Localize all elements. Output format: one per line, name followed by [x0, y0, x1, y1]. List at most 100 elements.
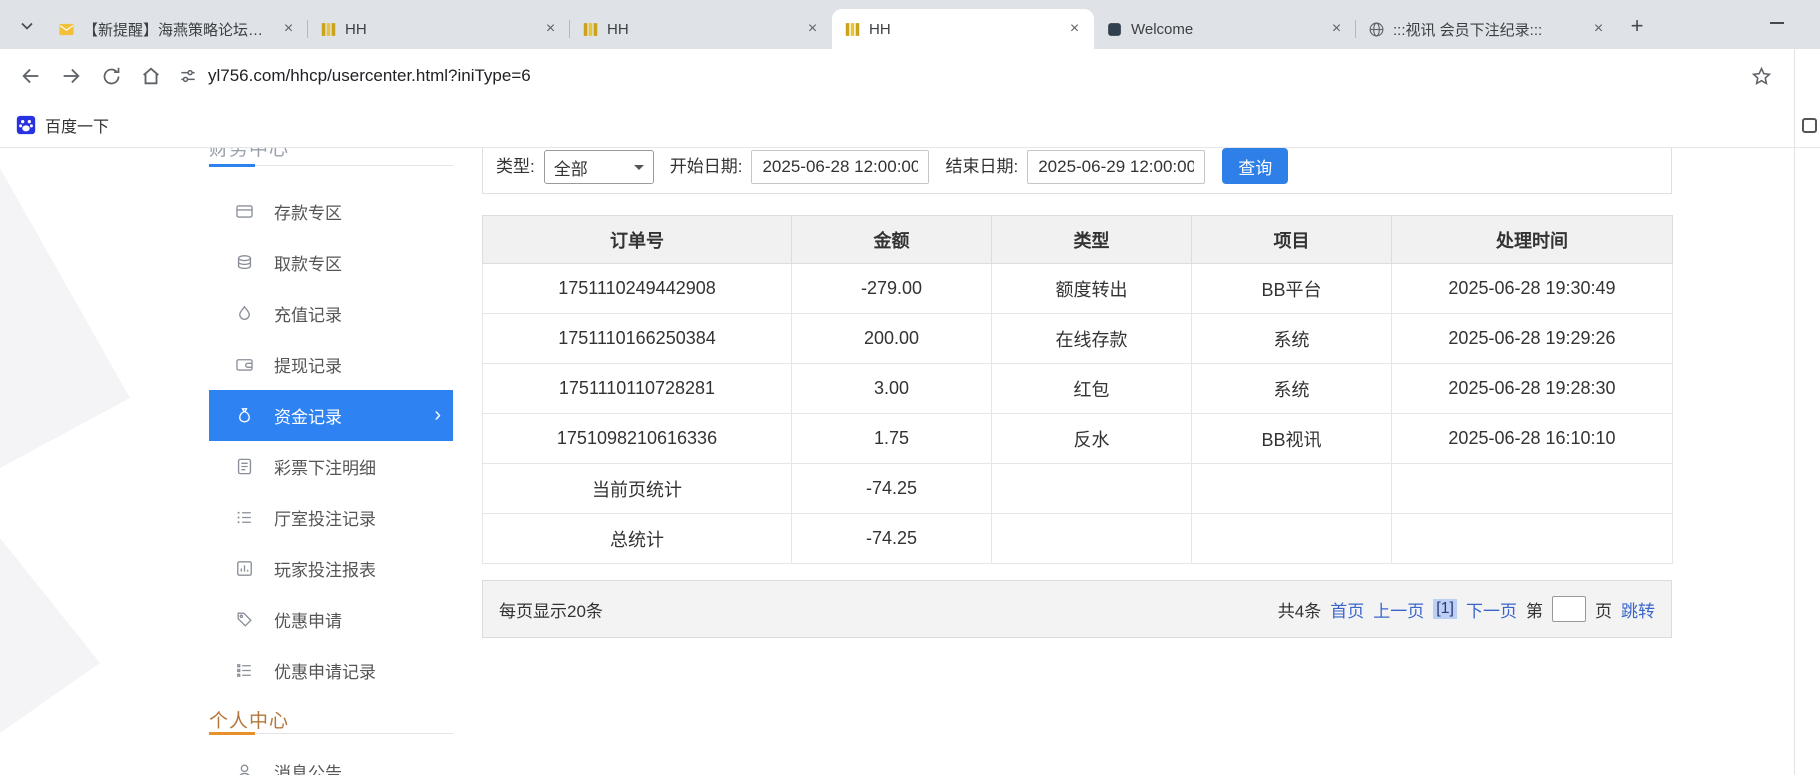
cell-type: 反水	[992, 414, 1192, 464]
cell-project: 系统	[1192, 314, 1392, 364]
site-settings-icon	[178, 66, 198, 86]
tab-search-button[interactable]	[12, 11, 42, 41]
table-row: 1751098210616336 1.75 反水 BB视讯 2025-06-28…	[483, 414, 1673, 464]
cell-amount: -279.00	[792, 264, 992, 314]
cell-label: 总统计	[483, 514, 792, 564]
sidebar-item-lottery-bet-details[interactable]: 彩票下注明细	[209, 441, 453, 492]
droplet-icon	[235, 304, 254, 323]
tab-4-active[interactable]: HH ×	[832, 9, 1094, 49]
jump-prefix-text: 第	[1526, 597, 1543, 622]
tab-6[interactable]: :::视讯 会员下注纪录::: ×	[1356, 9, 1618, 49]
close-icon[interactable]: ×	[1589, 20, 1608, 39]
table-row-grand-total: 总统计 -74.25	[483, 514, 1673, 564]
home-button[interactable]	[132, 57, 170, 95]
document-icon	[235, 457, 254, 476]
tab-3[interactable]: HH ×	[570, 9, 832, 49]
baidu-icon	[16, 115, 36, 135]
page-jump-input[interactable]	[1552, 596, 1586, 622]
end-date-label: 结束日期:	[945, 150, 1018, 184]
sidebar-item-withdraw-zone[interactable]: 取款专区	[209, 237, 453, 288]
close-icon[interactable]: ×	[279, 20, 298, 39]
bookmark-item[interactable]: 百度一下	[45, 113, 109, 137]
cell-project: 系统	[1192, 364, 1392, 414]
back-icon	[20, 65, 42, 87]
person-icon	[235, 762, 254, 775]
close-icon[interactable]: ×	[1065, 20, 1084, 39]
start-date-label: 开始日期:	[670, 150, 743, 184]
reload-button[interactable]	[92, 57, 130, 95]
cell-amount: 1.75	[792, 414, 992, 464]
background-triangles-decoration	[0, 148, 200, 775]
col-project: 项目	[1192, 216, 1392, 264]
address-bar[interactable]: yl756.com/hhcp/usercenter.html?iniType=6	[178, 66, 1740, 86]
type-label: 类型:	[496, 150, 535, 184]
cell-time: 2025-06-28 19:30:49	[1392, 264, 1673, 314]
col-type: 类型	[992, 216, 1192, 264]
hh-gold-icon	[844, 21, 861, 38]
close-icon[interactable]: ×	[803, 20, 822, 39]
site-dark-icon	[1106, 21, 1123, 38]
sidebar: 财务中心 存款专区 取款专区 充值记录 提现记录 资金记录	[209, 148, 453, 775]
chevron-right-icon: ›	[434, 404, 441, 427]
prev-page-link[interactable]: 上一页	[1373, 597, 1424, 622]
cell-time: 2025-06-28 16:10:10	[1392, 414, 1673, 464]
end-date-input[interactable]	[1027, 150, 1205, 184]
minimize-button[interactable]	[1770, 22, 1784, 24]
jump-suffix-text: 页	[1595, 597, 1612, 622]
col-order-id: 订单号	[483, 216, 792, 264]
chevron-down-icon	[17, 16, 37, 36]
sidebar-item-funds-records[interactable]: 资金记录 ›	[209, 390, 453, 441]
forward-icon	[60, 65, 82, 87]
side-panel-icon[interactable]	[1802, 118, 1817, 133]
current-page-number[interactable]: [1]	[1433, 599, 1457, 619]
type-select-value: 全部	[554, 155, 588, 180]
new-tab-button[interactable]: +	[1622, 11, 1652, 41]
globe-icon	[1368, 21, 1385, 38]
forward-button[interactable]	[52, 57, 90, 95]
sidebar-item-promo-apply[interactable]: 优惠申请	[209, 594, 453, 645]
url-text[interactable]: yl756.com/hhcp/usercenter.html?iniType=6	[208, 66, 531, 86]
next-page-link[interactable]: 下一页	[1466, 597, 1517, 622]
cell-amount: 200.00	[792, 314, 992, 364]
sidebar-item-label: 厅室投注记录	[274, 505, 376, 530]
start-date-input[interactable]	[751, 150, 929, 184]
sidebar-item-deposit-zone[interactable]: 存款专区	[209, 186, 453, 237]
list-icon	[235, 508, 254, 527]
filter-bar: 类型: 全部 开始日期: 结束日期: 查询	[482, 148, 1672, 194]
star-icon	[1751, 66, 1772, 87]
reload-icon	[101, 66, 122, 87]
page-content: 财务中心 存款专区 取款专区 充值记录 提现记录 资金记录	[0, 148, 1794, 775]
sidebar-item-label: 优惠申请记录	[274, 658, 376, 683]
cell-type: 额度转出	[992, 264, 1192, 314]
sidebar-section-personal: 个人中心	[209, 698, 453, 734]
sidebar-item-label: 存款专区	[274, 199, 342, 224]
tab-2[interactable]: HH ×	[308, 9, 570, 49]
sidebar-item-player-bet-report[interactable]: 玩家投注报表	[209, 543, 453, 594]
close-icon[interactable]: ×	[1327, 20, 1346, 39]
coins-icon	[235, 253, 254, 272]
sidebar-item-withdrawal-records[interactable]: 提现记录	[209, 339, 453, 390]
first-page-link[interactable]: 首页	[1330, 597, 1364, 622]
table-row: 1751110110728281 3.00 红包 系统 2025-06-28 1…	[483, 364, 1673, 414]
sidebar-item-recharge-records[interactable]: 充值记录	[209, 288, 453, 339]
tab-1[interactable]: 【新提醒】海燕策略论坛… ×	[46, 9, 308, 49]
tab-title: HH	[345, 21, 533, 38]
jump-link[interactable]: 跳转	[1621, 597, 1655, 622]
navigation-bar: yl756.com/hhcp/usercenter.html?iniType=6	[0, 49, 1820, 103]
close-icon[interactable]: ×	[541, 20, 560, 39]
cell-type: 在线存款	[992, 314, 1192, 364]
search-button[interactable]: 查询	[1222, 148, 1288, 184]
cell-project: BB平台	[1192, 264, 1392, 314]
type-select[interactable]: 全部	[544, 150, 654, 184]
tab-title: 【新提醒】海燕策略论坛…	[83, 19, 271, 40]
total-count-text: 共4条	[1278, 597, 1321, 622]
sidebar-item-room-bet-records[interactable]: 厅室投注记录	[209, 492, 453, 543]
sidebar-item-messages[interactable]: 消息公告	[209, 746, 453, 775]
bookmark-star-button[interactable]	[1742, 57, 1780, 95]
tab-5[interactable]: Welcome ×	[1094, 9, 1356, 49]
back-button[interactable]	[12, 57, 50, 95]
table-row: 1751110249442908 -279.00 额度转出 BB平台 2025-…	[483, 264, 1673, 314]
per-page-text: 每页显示20条	[499, 597, 603, 622]
sidebar-item-promo-apply-records[interactable]: 优惠申请记录	[209, 645, 453, 696]
sidebar-item-label: 彩票下注明细	[274, 454, 376, 479]
